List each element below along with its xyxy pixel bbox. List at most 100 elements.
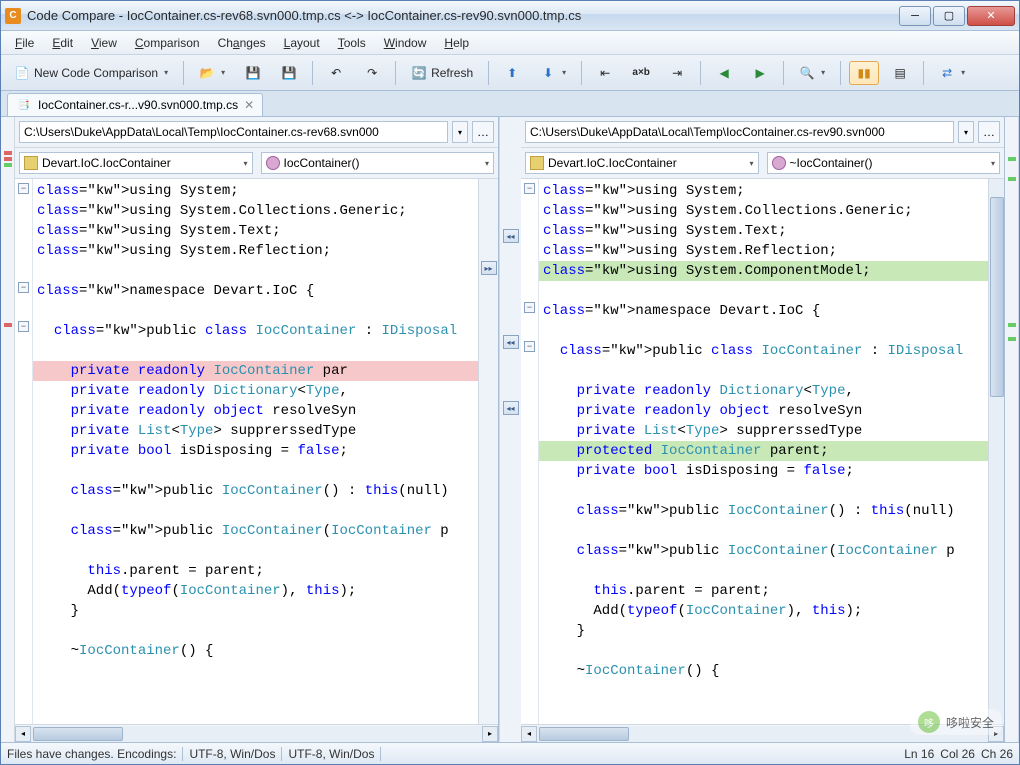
- code-line[interactable]: class="kw">using System.Text;: [539, 221, 988, 241]
- save-button[interactable]: 💾: [238, 61, 268, 85]
- right-member-combo[interactable]: ~IocContainer()▾: [767, 152, 1001, 174]
- left-code-editor[interactable]: class="kw">using System;class="kw">using…: [33, 179, 478, 724]
- merge-right-button[interactable]: ▶: [745, 61, 775, 85]
- code-line[interactable]: [33, 621, 478, 641]
- code-line[interactable]: class="kw">using System.Reflection;: [539, 241, 988, 261]
- code-line[interactable]: class="kw">public class IocContainer : I…: [33, 321, 478, 341]
- scroll-right-button[interactable]: ▸: [482, 726, 498, 742]
- code-line[interactable]: private bool isDisposing = false;: [33, 441, 478, 461]
- left-member-combo[interactable]: IocContainer()▾: [261, 152, 495, 174]
- code-line[interactable]: [33, 261, 478, 281]
- hscroll-thumb[interactable]: [539, 727, 629, 741]
- code-line[interactable]: [539, 481, 988, 501]
- left-path-dropdown[interactable]: ▾: [452, 121, 468, 143]
- code-line[interactable]: }: [33, 601, 478, 621]
- right-vscroll[interactable]: [988, 179, 1004, 724]
- menu-file[interactable]: File: [7, 34, 42, 52]
- over-under-button[interactable]: ▤: [885, 61, 915, 85]
- copy-right-button[interactable]: ⇥: [662, 61, 692, 85]
- code-line[interactable]: class="kw">using System.Reflection;: [33, 241, 478, 261]
- nav-arrow-right[interactable]: ▸▸: [481, 261, 497, 275]
- menu-help[interactable]: Help: [436, 34, 477, 52]
- nav-arrow-left-3[interactable]: ◂◂: [503, 401, 519, 415]
- fold-toggle[interactable]: −: [18, 321, 29, 332]
- save-all-button[interactable]: 💾: [274, 61, 304, 85]
- menu-view[interactable]: View: [83, 34, 125, 52]
- right-overview-gutter[interactable]: [1005, 117, 1019, 742]
- fold-toggle[interactable]: −: [18, 282, 29, 293]
- code-line[interactable]: [33, 541, 478, 561]
- code-line[interactable]: class="kw">public IocContainer(IocContai…: [539, 541, 988, 561]
- code-line[interactable]: private readonly object resolveSyn: [33, 401, 478, 421]
- code-line[interactable]: class="kw">namespace Devart.IoC {: [33, 281, 478, 301]
- code-line[interactable]: [539, 281, 988, 301]
- menu-window[interactable]: Window: [376, 34, 435, 52]
- left-class-combo[interactable]: Devart.IoC.IocContainer▾: [19, 152, 253, 174]
- right-path-input[interactable]: [525, 121, 954, 143]
- undo-button[interactable]: ↶: [321, 61, 351, 85]
- code-line[interactable]: [33, 461, 478, 481]
- minimize-button[interactable]: ─: [899, 6, 931, 26]
- code-line[interactable]: Add(typeof(IocContainer), this);: [33, 581, 478, 601]
- document-tab[interactable]: 📑 IocContainer.cs-r...v90.svn000.tmp.cs …: [7, 93, 263, 116]
- code-line[interactable]: class="kw">using System.ComponentModel;: [539, 261, 988, 281]
- right-path-browse[interactable]: …: [978, 121, 1000, 143]
- left-path-input[interactable]: [19, 121, 448, 143]
- swap-button[interactable]: ⇄▾: [932, 61, 972, 85]
- titlebar[interactable]: C Code Compare - IocContainer.cs-rev68.s…: [1, 1, 1019, 31]
- code-line[interactable]: [539, 361, 988, 381]
- scroll-left-button[interactable]: ◂: [521, 726, 537, 742]
- hscroll-thumb[interactable]: [33, 727, 123, 741]
- code-line[interactable]: private List<Type> supprerssedType: [33, 421, 478, 441]
- fold-toggle[interactable]: −: [18, 183, 29, 194]
- code-line[interactable]: [539, 641, 988, 661]
- code-line[interactable]: class="kw">public IocContainer() : this(…: [539, 501, 988, 521]
- scroll-left-button[interactable]: ◂: [15, 726, 31, 742]
- menu-layout[interactable]: Layout: [276, 34, 328, 52]
- code-line[interactable]: class="kw">namespace Devart.IoC {: [539, 301, 988, 321]
- menu-changes[interactable]: Changes: [210, 34, 274, 52]
- code-line[interactable]: class="kw">using System.Text;: [33, 221, 478, 241]
- right-path-dropdown[interactable]: ▾: [958, 121, 974, 143]
- refresh-button[interactable]: 🔄 Refresh: [404, 61, 480, 85]
- code-line[interactable]: [33, 341, 478, 361]
- prev-diff-button[interactable]: ⬆: [497, 61, 527, 85]
- compare-tokens-button[interactable]: a×b: [626, 61, 656, 85]
- fold-toggle[interactable]: −: [524, 183, 535, 194]
- code-line[interactable]: ~IocContainer() {: [33, 641, 478, 661]
- code-line[interactable]: class="kw">using System.Collections.Gene…: [539, 201, 988, 221]
- right-class-combo[interactable]: Devart.IoC.IocContainer▾: [525, 152, 759, 174]
- code-line[interactable]: private readonly IocContainer par: [33, 361, 478, 381]
- code-line[interactable]: private readonly object resolveSyn: [539, 401, 988, 421]
- copy-left-button[interactable]: ⇤: [590, 61, 620, 85]
- fold-toggle[interactable]: −: [524, 341, 535, 352]
- left-hscroll[interactable]: ◂ ▸: [15, 724, 498, 742]
- code-line[interactable]: class="kw">public class IocContainer : I…: [539, 341, 988, 361]
- code-line[interactable]: Add(typeof(IocContainer), this);: [539, 601, 988, 621]
- left-fold-column[interactable]: − − −: [15, 179, 33, 724]
- code-line[interactable]: class="kw">using System;: [539, 181, 988, 201]
- redo-button[interactable]: ↷: [357, 61, 387, 85]
- nav-arrow-left-1[interactable]: ◂◂: [503, 229, 519, 243]
- code-line[interactable]: private readonly Dictionary<Type,: [33, 381, 478, 401]
- code-line[interactable]: [539, 561, 988, 581]
- maximize-button[interactable]: ▢: [933, 6, 965, 26]
- code-line[interactable]: class="kw">public IocContainer() : this(…: [33, 481, 478, 501]
- right-code-editor[interactable]: class="kw">using System;class="kw">using…: [539, 179, 988, 724]
- new-comparison-button[interactable]: 📄 New Code Comparison ▾: [7, 61, 175, 85]
- code-line[interactable]: [539, 521, 988, 541]
- code-line[interactable]: [33, 301, 478, 321]
- menu-comparison[interactable]: Comparison: [127, 34, 208, 52]
- code-line[interactable]: private List<Type> supprerssedType: [539, 421, 988, 441]
- tab-close-button[interactable]: ✕: [244, 98, 254, 112]
- right-fold-column[interactable]: − − −: [521, 179, 539, 724]
- code-line[interactable]: this.parent = parent;: [33, 561, 478, 581]
- code-line[interactable]: private bool isDisposing = false;: [539, 461, 988, 481]
- code-line[interactable]: protected IocContainer parent;: [539, 441, 988, 461]
- open-button[interactable]: 📂▾: [192, 61, 232, 85]
- menu-tools[interactable]: Tools: [330, 34, 374, 52]
- code-line[interactable]: class="kw">public IocContainer(IocContai…: [33, 521, 478, 541]
- side-by-side-button[interactable]: ▮▮: [849, 61, 879, 85]
- left-overview-gutter[interactable]: [1, 117, 15, 742]
- left-path-browse[interactable]: …: [472, 121, 494, 143]
